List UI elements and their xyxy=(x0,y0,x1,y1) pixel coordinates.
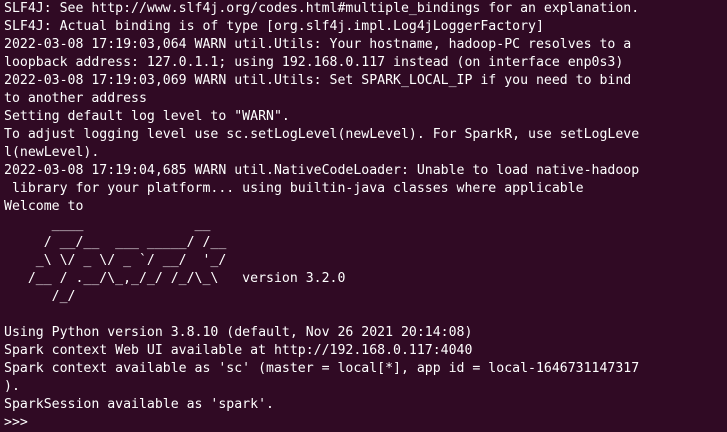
terminal-line: SLF4J: See http://www.slf4j.org/codes.ht… xyxy=(4,1,640,16)
text-cursor xyxy=(36,414,44,429)
prompt-text: >>> xyxy=(4,415,36,430)
terminal-window[interactable]: SLF4J: See http://www.slf4j.org/codes.ht… xyxy=(0,0,727,432)
terminal-line: Welcome to xyxy=(4,199,84,214)
terminal-line: Spark context Web UI available at http:/… xyxy=(4,343,473,358)
python-prompt[interactable]: >>> xyxy=(4,414,727,432)
spark-logo-line: / __/__ ___ _____/ /__ xyxy=(4,235,227,250)
terminal-line: library for your platform... using built… xyxy=(4,181,584,196)
terminal-line: SLF4J: Actual binding is of type [org.sl… xyxy=(4,19,544,34)
terminal-line: 2022-03-08 17:19:04,685 WARN util.Native… xyxy=(4,163,640,178)
terminal-line: Spark context available as 'sc' (master … xyxy=(4,361,640,376)
spark-logo-line: _\ \/ _ \/ _ `/ __/ '_/ xyxy=(4,253,227,268)
terminal-line: To adjust logging level use sc.setLogLev… xyxy=(4,127,640,142)
spark-logo-version-line: /__ / .__/\_,_/_/ /_/\_\ version 3.2.0 xyxy=(4,271,346,286)
terminal-line: Using Python version 3.8.10 (default, No… xyxy=(4,325,473,340)
terminal-line: ). xyxy=(4,379,20,394)
terminal-line: Setting default log level to "WARN". xyxy=(4,109,290,124)
terminal-line: to another address xyxy=(4,91,147,106)
terminal-line: 2022-03-08 17:19:03,064 WARN util.Utils:… xyxy=(4,37,632,52)
terminal-line: SparkSession available as 'spark'. xyxy=(4,397,274,412)
spark-logo-line: /_/ xyxy=(4,289,76,304)
terminal-line: l(newLevel). xyxy=(4,145,100,160)
terminal-line: 2022-03-08 17:19:03,069 WARN util.Utils:… xyxy=(4,73,632,88)
spark-logo-line: ____ __ xyxy=(4,217,211,232)
terminal-line: loopback address: 127.0.1.1; using 192.1… xyxy=(4,55,624,70)
